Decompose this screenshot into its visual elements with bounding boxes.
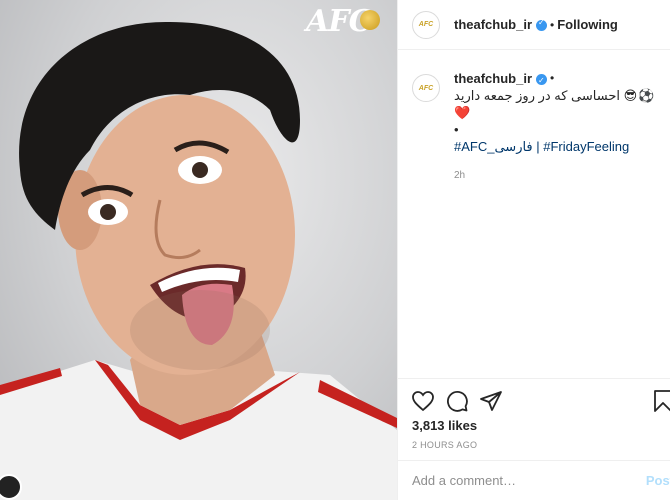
caption-block: AFC theafchub_ir • احساسی که در روز جمعه… [412, 70, 662, 184]
action-bar [398, 378, 670, 418]
author-username[interactable]: theafchub_ir [454, 17, 532, 32]
hashtag-friday-feeling[interactable]: #FridayFeeling [543, 139, 629, 154]
globe-icon [360, 10, 380, 30]
caption-text: احساسی که در روز جمعه دارید [454, 88, 620, 103]
caption-time: 2h [454, 170, 466, 181]
hashtag-line: #AFC_فارسی | #FridayFeeling [454, 138, 662, 155]
hashtag-separator: | [532, 139, 544, 154]
bookmark-icon[interactable] [651, 389, 670, 413]
separator-dot: • [550, 17, 555, 32]
caption-bullet: • [454, 122, 459, 137]
caption-avatar[interactable]: AFC [412, 74, 440, 102]
share-icon[interactable] [479, 389, 503, 413]
following-button[interactable]: Following [557, 17, 618, 32]
caption-username[interactable]: theafchub_ir [454, 70, 532, 87]
post-photo[interactable]: AFC [0, 0, 397, 500]
comment-bar: Post [398, 460, 670, 500]
hashtag-afc-farsi[interactable]: #AFC_فارسی [454, 139, 533, 154]
like-count[interactable]: 3,813 likes [412, 418, 477, 433]
comment-icon[interactable] [445, 389, 469, 413]
separator-dot: • [550, 71, 555, 85]
post-side-panel: AFC theafchub_ir • Following AFC theafch… [397, 0, 670, 500]
caption-body: theafchub_ir • احساسی که در روز جمعه دار… [454, 70, 662, 184]
author-avatar[interactable]: AFC [412, 10, 440, 39]
comment-input[interactable] [412, 473, 632, 488]
post-timestamp: 2 HOURS AGO [412, 440, 478, 450]
post-comment-button[interactable]: Post [646, 473, 670, 488]
verified-badge-icon [536, 18, 548, 31]
player-illustration [0, 21, 397, 500]
post-header: AFC theafchub_ir • Following [398, 0, 670, 50]
verified-badge-icon [536, 72, 548, 89]
heart-icon[interactable] [411, 389, 435, 413]
